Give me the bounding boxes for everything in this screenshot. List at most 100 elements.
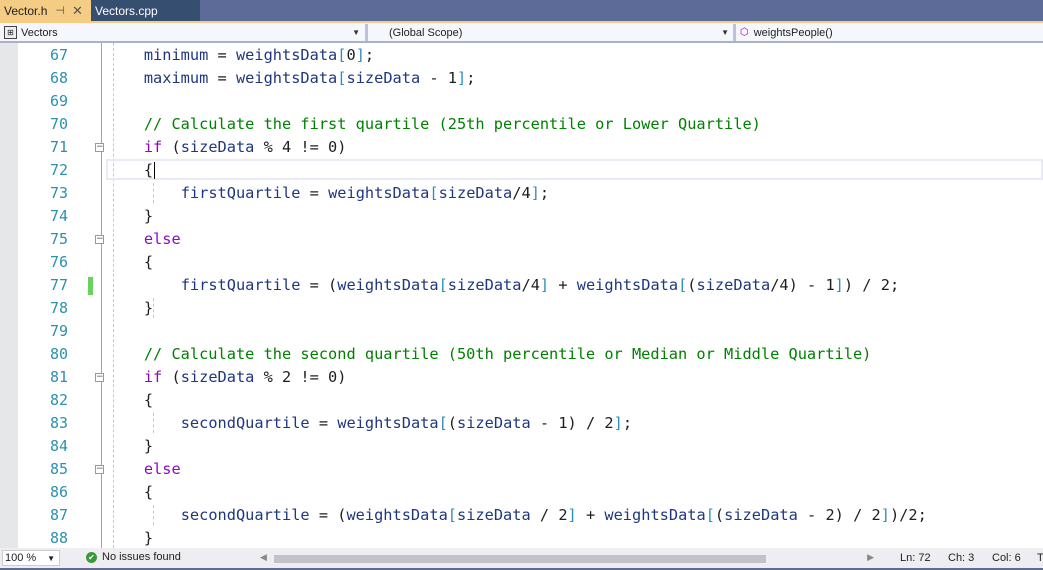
line-number: 77 <box>49 276 68 294</box>
change-indicator <box>88 277 93 295</box>
code-text[interactable]: } <box>107 435 153 458</box>
line-number: 69 <box>49 92 68 110</box>
line-number: 68 <box>49 69 68 87</box>
scope-dropdown[interactable]: (Global Scope) ▼ <box>369 24 733 41</box>
code-text[interactable]: if (sizeData % 2 != 0) <box>107 366 347 389</box>
code-line[interactable]: 84 } <box>0 435 1043 458</box>
tabs-indicator[interactable]: T <box>1037 552 1043 564</box>
code-text[interactable]: } <box>107 297 153 320</box>
line-number: 76 <box>49 253 68 271</box>
code-line[interactable]: 74 } <box>0 205 1043 228</box>
line-number: 84 <box>49 437 68 455</box>
line-number: 82 <box>49 391 68 409</box>
divider <box>733 24 736 41</box>
code-line[interactable]: 77 firstQuartile = (weightsData[sizeData… <box>0 274 1043 297</box>
line-number: 86 <box>49 483 68 501</box>
line-number: 71 <box>49 138 68 156</box>
code-text[interactable]: secondQuartile = weightsData[(sizeData -… <box>107 412 632 435</box>
navigation-bar: ⊞ Vectors ▼ (Global Scope) ▼ ⬡ weightsPe… <box>0 23 1043 43</box>
code-line[interactable]: 80 // Calculate the second quartile (50t… <box>0 343 1043 366</box>
code-line[interactable]: 73 firstQuartile = weightsData[sizeData/… <box>0 182 1043 205</box>
project-label: Vectors <box>21 26 58 39</box>
code-text[interactable]: minimum = weightsData[0]; <box>107 44 374 67</box>
line-number: 73 <box>49 184 68 202</box>
code-text[interactable]: { <box>107 481 153 504</box>
code-text[interactable]: { <box>107 159 156 182</box>
code-line[interactable]: 81 − if (sizeData % 2 != 0) <box>0 366 1043 389</box>
zoom-value: 100 % <box>5 552 37 564</box>
code-text[interactable]: secondQuartile = (weightsData[sizeData /… <box>107 504 927 527</box>
line-number: 81 <box>49 368 68 386</box>
code-line[interactable]: 79 <box>0 320 1043 343</box>
code-line[interactable]: 85 − else <box>0 458 1043 481</box>
char-indicator[interactable]: Ch: 3 <box>948 552 974 564</box>
code-line[interactable]: 86 { <box>0 481 1043 504</box>
code-line[interactable]: 88 } <box>0 527 1043 548</box>
code-line[interactable]: 71 − if (sizeData % 4 != 0) <box>0 136 1043 159</box>
collapse-icon[interactable]: − <box>95 373 104 382</box>
code-line[interactable]: 87 secondQuartile = (weightsData[sizeDat… <box>0 504 1043 527</box>
line-number: 75 <box>49 230 68 248</box>
scrollbar-thumb[interactable] <box>274 555 766 563</box>
code-text[interactable]: // Calculate the second quartile (50th p… <box>107 343 872 366</box>
chevron-down-icon: ▼ <box>47 553 55 563</box>
line-indicator[interactable]: Ln: 72 <box>900 552 931 564</box>
tab-vectors-cpp[interactable]: Vectors.cpp <box>91 0 200 21</box>
code-line[interactable]: 69 <box>0 90 1043 113</box>
check-circle-icon: ✔ <box>86 551 97 563</box>
code-line[interactable]: 78 } <box>0 297 1043 320</box>
code-text[interactable]: } <box>107 527 153 548</box>
issues-indicator[interactable]: ✔ No issues found <box>86 551 181 563</box>
collapse-icon[interactable]: − <box>95 235 104 244</box>
code-text[interactable]: else <box>107 228 181 251</box>
code-line[interactable]: 67 minimum = weightsData[0]; <box>0 44 1043 67</box>
code-line[interactable]: 76 { <box>0 251 1043 274</box>
member-dropdown[interactable]: ⬡ weightsPeople() <box>737 24 1043 41</box>
tab-label: Vectors.cpp <box>95 3 158 18</box>
code-line[interactable]: 70 // Calculate the first quartile (25th… <box>0 113 1043 136</box>
line-number: 78 <box>49 299 68 317</box>
scroll-left-icon[interactable]: ◀ <box>260 552 267 563</box>
project-dropdown[interactable]: ⊞ Vectors ▼ <box>0 24 364 41</box>
collapse-icon[interactable]: − <box>95 143 104 152</box>
divider <box>365 24 368 41</box>
zoom-dropdown[interactable]: 100 % ▼ <box>2 550 60 566</box>
document-tab-bar: Vector.h ⊣ ✕ Vectors.cpp <box>0 0 1043 23</box>
code-line[interactable]: 72 { <box>0 159 1043 182</box>
line-number: 85 <box>49 460 68 478</box>
code-text[interactable]: firstQuartile = weightsData[sizeData/4]; <box>107 182 549 205</box>
member-label: weightsPeople() <box>753 26 833 39</box>
code-editor[interactable]: 67 minimum = weightsData[0]; 68 maximum =… <box>0 43 1043 548</box>
line-number: 70 <box>49 115 68 133</box>
line-number: 67 <box>49 46 68 64</box>
scroll-right-icon[interactable]: ▶ <box>867 552 874 563</box>
editor-status-bar: 100 % ▼ ✔ No issues found ◀ ▶ Ln: 72 Ch:… <box>0 548 1043 568</box>
line-number: 80 <box>49 345 68 363</box>
code-line[interactable]: 75 − else <box>0 228 1043 251</box>
method-icon: ⬡ <box>740 27 749 38</box>
line-number: 83 <box>49 414 68 432</box>
code-line[interactable]: 83 secondQuartile = weightsData[(sizeDat… <box>0 412 1043 435</box>
column-indicator[interactable]: Col: 6 <box>992 552 1021 564</box>
code-text[interactable]: else <box>107 458 181 481</box>
code-text[interactable]: { <box>107 251 153 274</box>
chevron-down-icon: ▼ <box>721 28 729 37</box>
code-text[interactable]: if (sizeData % 4 != 0) <box>107 136 347 159</box>
code-text[interactable]: maximum = weightsData[sizeData - 1]; <box>107 67 476 90</box>
tab-vector-h[interactable]: Vector.h ⊣ ✕ <box>0 0 91 21</box>
code-text[interactable]: } <box>107 205 153 228</box>
horizontal-scrollbar[interactable]: ◀ ▶ <box>258 552 878 564</box>
collapse-icon[interactable]: − <box>95 465 104 474</box>
current-line-highlight <box>106 159 1043 180</box>
code-text[interactable]: // Calculate the first quartile (25th pe… <box>107 113 761 136</box>
close-icon[interactable]: ✕ <box>72 3 83 19</box>
line-number: 87 <box>49 506 68 524</box>
code-line[interactable]: 68 maximum = weightsData[sizeData - 1]; <box>0 67 1043 90</box>
code-line[interactable]: 82 { <box>0 389 1043 412</box>
pin-icon[interactable]: ⊣ <box>55 4 65 17</box>
tab-label: Vector.h <box>4 3 48 18</box>
scope-label: (Global Scope) <box>389 26 463 39</box>
code-text[interactable]: { <box>107 389 153 412</box>
code-text[interactable]: firstQuartile = (weightsData[sizeData/4]… <box>107 274 899 297</box>
chevron-down-icon: ▼ <box>352 28 360 37</box>
